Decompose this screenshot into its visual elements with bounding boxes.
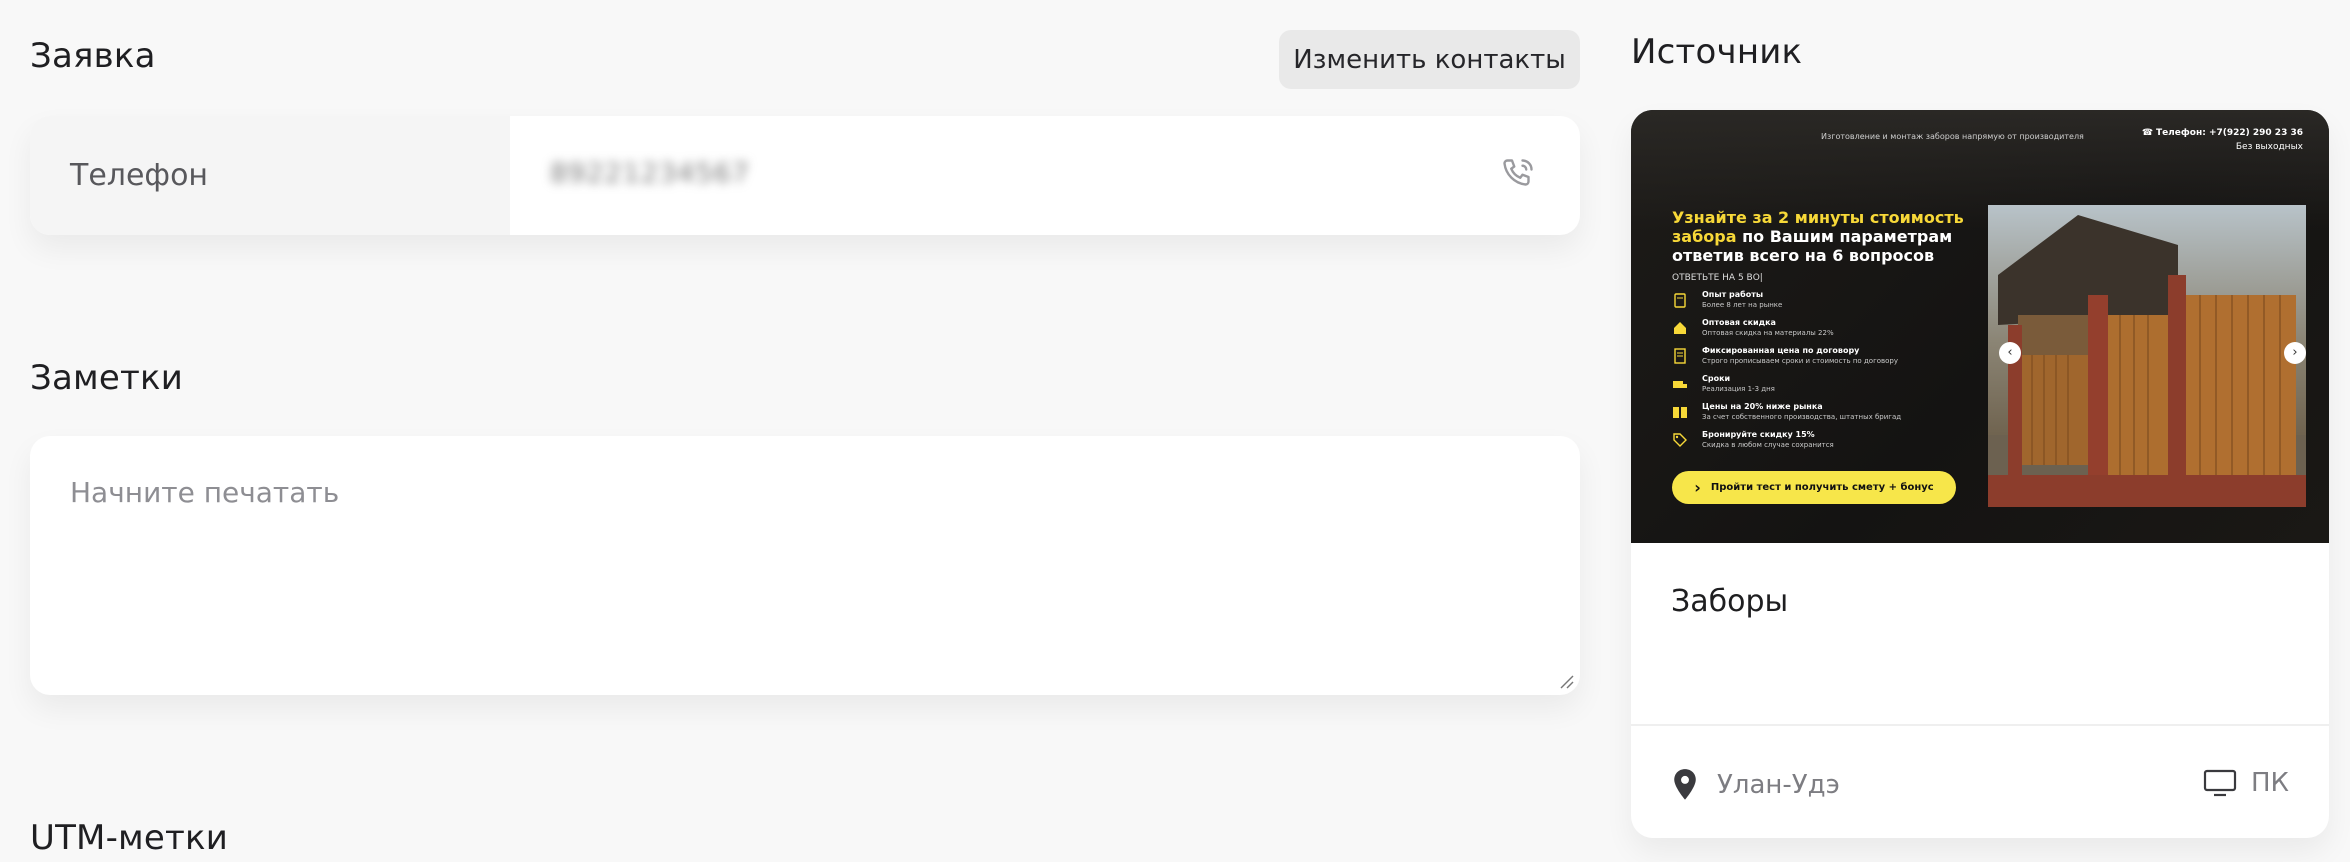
benefit-desc: Строго прописываем сроки и стоимость по … [1702,357,1899,365]
home-icon [1672,320,1688,336]
request-title: Заявка [30,36,156,76]
phone-value[interactable]: 89221234567 [550,158,750,189]
benefit-desc: Реализация 1-3 дня [1702,385,1775,393]
preview-cta-button[interactable]: › Пройти тест и получить смету + бонус [1672,471,1956,504]
resize-grip-icon[interactable] [1558,673,1574,689]
notes-title: Заметки [30,358,184,398]
book-icon [1672,404,1688,420]
preview-subhead: ОТВЕТЬТЕ НА 5 ВО| [1672,273,1763,283]
phone-call-icon[interactable] [1500,156,1536,192]
source-card: Изготовление и монтаж заборов напрямую о… [1631,110,2329,838]
source-name: Заборы [1671,584,1789,619]
location: Улан-Удэ [1671,768,1840,802]
benefit-item: Сроки Реализация 1-3 дня [1672,374,1952,402]
tag-icon [1672,432,1688,448]
benefit-item: Фиксированная цена по договору Строго пр… [1672,346,1952,374]
monitor-icon [2203,769,2237,797]
benefit-title: Опыт работы [1702,290,1764,299]
preview-phone-line: Телефон: +7(922) 290 23 36 [2155,128,2303,138]
benefit-item: Бронируйте скидку 15% Скидка в любом слу… [1672,430,1952,458]
preview-top-line: Изготовление и монтаж заборов напрямую о… [1821,132,2084,141]
carousel-prev-icon[interactable]: ‹ [1999,342,2021,364]
preview-hours: Без выходных [2235,142,2303,152]
benefit-desc: Более 8 лет на рынке [1702,301,1783,309]
location-pin-icon [1674,769,1696,800]
document-icon [1672,348,1688,364]
divider [1631,724,2329,726]
benefit-desc: За счет собственного производства, штатн… [1702,413,1902,421]
chevron-right-icon: › [1694,478,1701,497]
utm-title: UTM-метки [30,818,229,858]
device-type: ПК [2250,768,2289,798]
benefit-item: Цены на 20% ниже рынка За счет собственн… [1672,402,1952,430]
benefit-desc: Скидка в любом случае сохранится [1702,441,1834,449]
benefit-title: Бронируйте скидку 15% [1702,430,1815,439]
carousel-next-icon[interactable]: › [2284,342,2306,364]
benefit-title: Сроки [1702,374,1731,383]
preview-benefits-list: Опыт работы Более 8 лет на рынке Оптовая… [1672,290,1952,458]
notes-card [30,436,1580,695]
landing-preview[interactable]: Изготовление и монтаж заборов напрямую о… [1631,110,2329,543]
preview-headline: Узнайте за 2 минуты стоимость забора по … [1672,208,1972,265]
benefit-title: Оптовая скидка [1702,318,1776,327]
benefit-desc: Оптовая скидка на материалы 22% [1702,329,1834,337]
fence-photo [1988,205,2306,507]
preview-cta-label: Пройти тест и получить смету + бонус [1710,482,1934,493]
preview-phone: ☎ Телефон: +7(922) 290 23 36 Без выходны… [2142,126,2303,154]
phone-label-cell: Телефон [30,116,510,235]
benefit-item: Опыт работы Более 8 лет на рынке [1672,290,1952,318]
location-city: Улан-Удэ [1717,770,1840,800]
benefit-title: Фиксированная цена по договору [1702,346,1860,355]
change-contacts-button[interactable]: Изменить контакты [1279,30,1580,89]
calendar-icon [1672,292,1688,308]
phone-row: Телефон 89221234567 [30,116,1580,235]
benefit-item: Оптовая скидка Оптовая скидка на материа… [1672,318,1952,346]
phone-small-icon: ☎ [2141,128,2156,138]
source-title: Источник [1631,32,1803,72]
truck-icon [1672,376,1688,392]
phone-label: Телефон [70,158,209,193]
device: ПК [2203,768,2289,798]
notes-input[interactable] [30,436,1580,695]
benefit-title: Цены на 20% ниже рынка [1702,402,1823,411]
